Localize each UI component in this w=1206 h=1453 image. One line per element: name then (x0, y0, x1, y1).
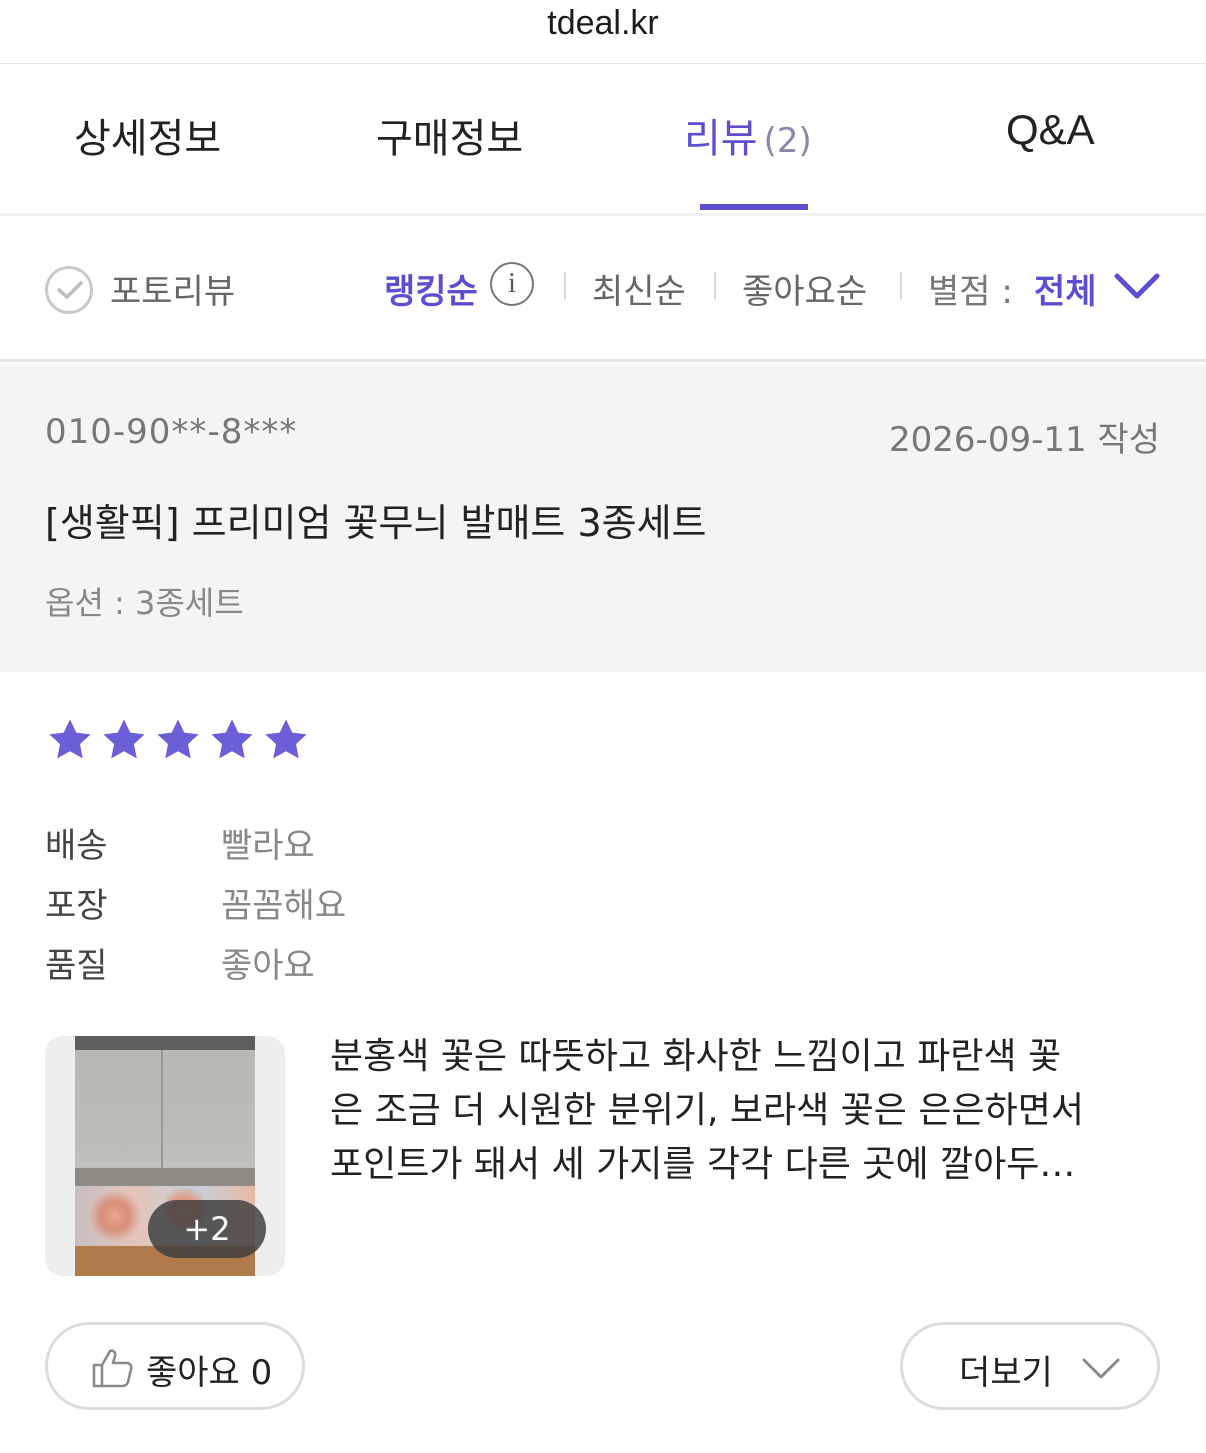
cabinet-seam (161, 1050, 163, 1168)
review-text-line: 은 조금 더 시원한 분위기, 보라색 꽃은 은은하면서 (330, 1090, 1084, 1131)
reviewer-id: 010-90**-8*** (45, 412, 298, 452)
attribute-key: 포장 (45, 886, 108, 926)
star-icon (265, 719, 307, 759)
cabinet-base (75, 1168, 255, 1186)
product-option: 옵션 : 3종세트 (45, 584, 244, 622)
chevron-down-icon (1082, 1358, 1120, 1379)
star-icon (103, 719, 145, 759)
info-icon[interactable]: i (490, 262, 534, 306)
more-button[interactable]: 더보기 (900, 1322, 1160, 1410)
photo-review-filter[interactable]: 포토리뷰 (110, 264, 235, 313)
chevron-down-icon[interactable] (1114, 272, 1160, 304)
review-text-line: 포인트가 돼서 세 가지를 각각 다른 곳에 깔아두… (330, 1144, 1076, 1185)
check-circle-icon[interactable] (45, 266, 93, 314)
star-icon (157, 719, 199, 759)
star-icon (49, 719, 91, 759)
review-text-line: 분홍색 꽃은 따뜻하고 화사한 느낌이고 파란색 꽃 (330, 1036, 1062, 1077)
review-date: 2026-09-11 작성 (889, 420, 1160, 460)
like-count: 좋아요 0 (146, 1353, 273, 1393)
sort-likes[interactable]: 좋아요순 (742, 264, 867, 313)
rating-filter-value[interactable]: 전체 (1034, 264, 1097, 313)
star-icon (211, 719, 253, 759)
like-button[interactable]: 좋아요 0 (45, 1322, 305, 1410)
tab-purchase-info[interactable]: 구매정보 (376, 106, 523, 166)
divider (714, 272, 716, 300)
divider (900, 272, 902, 300)
attribute-value: 꼼꼼해요 (221, 886, 347, 926)
tab-detail-info[interactable]: 상세정보 (74, 106, 221, 166)
attribute-key: 품질 (45, 946, 108, 986)
extra-photos-badge[interactable]: +2 (148, 1200, 266, 1258)
attribute-key: 배송 (45, 826, 108, 866)
sort-newest[interactable]: 최신순 (592, 264, 686, 313)
tab-reviews[interactable]: 리뷰 (2) (684, 106, 812, 166)
review-text[interactable]: 분홍색 꽃은 따뜻하고 화사한 느낌이고 파란색 꽃 은 조금 더 시원한 분위… (330, 1030, 1166, 1192)
active-tab-indicator (700, 204, 808, 210)
more-label: 더보기 (959, 1353, 1053, 1393)
browser-url-bar[interactable]: tdeal.kr (0, 0, 1206, 64)
attribute-value: 좋아요 (221, 946, 315, 986)
attribute-value: 빨라요 (221, 826, 315, 866)
tab-reviews-count: (2) (763, 121, 812, 161)
thumbs-up-icon (92, 1349, 133, 1388)
sort-ranking[interactable]: 랭킹순 (384, 264, 478, 313)
tab-qna[interactable]: Q&A (1006, 106, 1095, 166)
review-filter-bar: 포토리뷰 랭킹순 i 최신순 좋아요순 별점 : 전체 (0, 216, 1206, 362)
product-name: [생활픽] 프리미엄 꽃무늬 발매트 3종세트 (45, 501, 707, 545)
url-text: tdeal.kr (547, 4, 659, 42)
tab-reviews-label: 리뷰 (684, 116, 758, 162)
tab-bar: 상세정보 구매정보 리뷰 (2) Q&A (0, 64, 1206, 216)
divider (564, 272, 566, 300)
rating-filter-label: 별점 : (928, 272, 1013, 312)
review-header: 010-90**-8*** 2026-09-11 작성 [생활픽] 프리미엄 꽃… (0, 364, 1206, 672)
star-rating (44, 714, 314, 766)
